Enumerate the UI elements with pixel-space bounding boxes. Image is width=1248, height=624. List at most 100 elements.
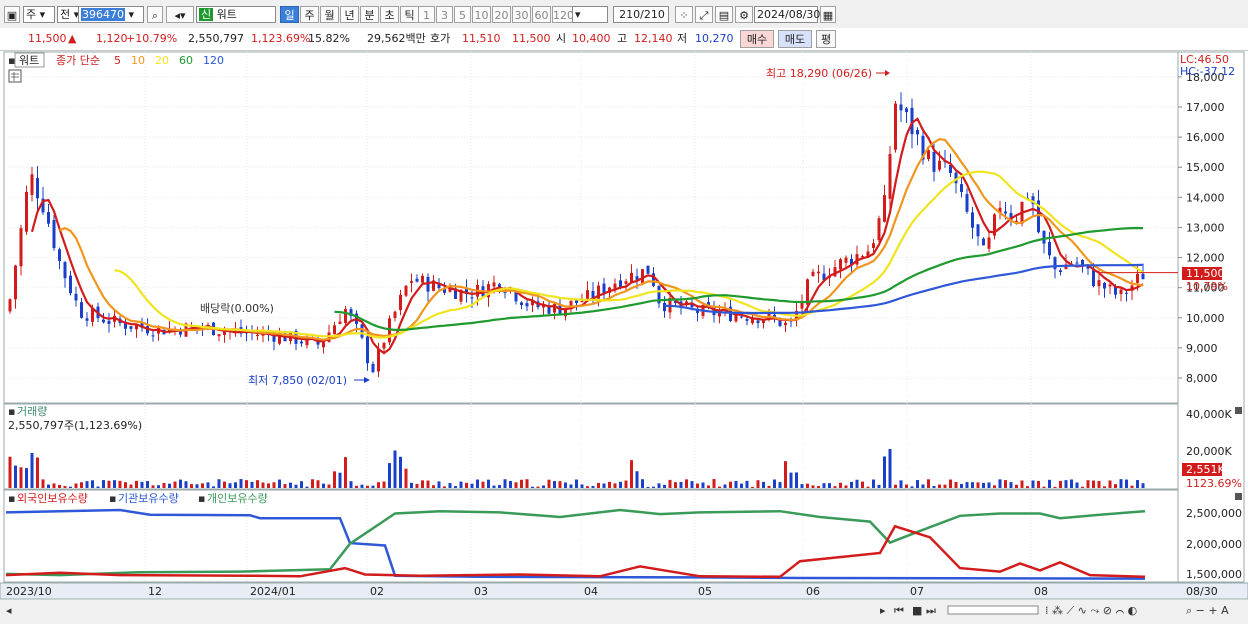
volume-bar xyxy=(839,482,842,488)
high-label: 고 xyxy=(617,32,628,45)
volume-bar xyxy=(289,482,292,488)
candle-body xyxy=(1136,273,1139,283)
candle-body xyxy=(47,212,50,224)
volume-bar xyxy=(404,468,408,488)
bid-price: 11,500 xyxy=(512,32,551,45)
volume-bar xyxy=(690,481,694,488)
volume-bar xyxy=(250,481,254,488)
period-button[interactable]: 년 xyxy=(340,6,359,23)
interval-button[interactable]: 120 xyxy=(552,6,574,23)
interval-button[interactable]: 60 xyxy=(532,6,551,23)
chart-area[interactable]: 8,000 9,000 10,000 11,000 12,000 13,000 14,000… xyxy=(0,51,1248,621)
volume-bar xyxy=(652,486,655,488)
stock-chart-svg[interactable]: 8,0009,00010,00011,00012,00013,00014,000… xyxy=(0,51,1248,621)
period-button[interactable]: 틱 xyxy=(400,6,419,23)
stock-code-input[interactable]: 396470 ▾ xyxy=(78,6,144,23)
x-tick-label: 06 xyxy=(806,585,820,598)
volume-bar xyxy=(778,482,782,488)
period-button[interactable]: 주 xyxy=(300,6,319,23)
candle-body xyxy=(960,184,963,193)
period-button[interactable]: 일 xyxy=(280,6,299,23)
rewind-icon[interactable]: ⏮ xyxy=(894,604,904,617)
interval-button[interactable]: 30 xyxy=(512,6,531,23)
scroll-left-icon[interactable]: ◂ xyxy=(6,604,12,617)
volume-bar xyxy=(1059,480,1062,488)
y-tick-label: 17,000 xyxy=(1186,101,1225,114)
volume-bar xyxy=(696,483,699,488)
grid-icon[interactable]: ⁘ xyxy=(675,6,693,23)
volume-bar xyxy=(470,483,474,488)
volume-bar xyxy=(30,452,34,488)
zoom-controls-icon[interactable]: ⌕ − + A xyxy=(1186,604,1229,617)
table-icon[interactable] xyxy=(8,69,22,83)
stop-icon[interactable]: ■ xyxy=(912,604,922,617)
x-tick-label: 08/30 xyxy=(1186,585,1218,598)
candle-body xyxy=(107,320,111,324)
candle-body xyxy=(1141,273,1145,280)
up-arrow-icon: ▲ xyxy=(68,32,77,45)
candle-body xyxy=(360,324,364,338)
volume-bar xyxy=(212,486,215,488)
volume-bar xyxy=(173,481,177,488)
holdings-series-label: 기관보유수량 xyxy=(118,492,179,505)
market-select[interactable]: 주 ▾ xyxy=(23,6,55,23)
interval-button[interactable]: 10 xyxy=(472,6,491,23)
volume-bar xyxy=(641,479,644,488)
period-button[interactable]: 분 xyxy=(360,6,379,23)
volume-close-icon[interactable] xyxy=(1235,407,1242,414)
search-icon[interactable]: ⌕ xyxy=(147,6,163,23)
candle-body xyxy=(36,178,39,199)
holdings-close-icon[interactable] xyxy=(1235,493,1242,500)
scroll-right-icon[interactable]: ▸ xyxy=(880,604,886,617)
volume-bar xyxy=(613,483,617,488)
volume-bar xyxy=(162,482,166,488)
volume-bar xyxy=(916,480,919,488)
forward-icon[interactable]: ⏭ xyxy=(926,604,936,617)
volume-bar xyxy=(41,479,45,488)
volume-bar xyxy=(415,483,419,488)
buy-button[interactable]: 매수 xyxy=(740,30,774,48)
holdings-axis-mid: 2,000,000 xyxy=(1186,538,1242,551)
volume-bar xyxy=(74,483,78,488)
volume-bar xyxy=(85,481,89,488)
interval-button[interactable]: 5 xyxy=(454,6,471,23)
save-icon[interactable]: ▤ xyxy=(715,6,733,23)
volume-bar xyxy=(432,485,435,488)
legend-ma-label: 5 xyxy=(114,54,121,67)
candle-body xyxy=(69,275,72,294)
period-button[interactable]: 초 xyxy=(380,6,399,23)
date-value: 2024/08/30 xyxy=(757,8,821,21)
calendar-icon[interactable]: ▦ xyxy=(820,6,836,23)
count-field[interactable]: 210/210 xyxy=(613,6,669,23)
candle-body xyxy=(646,265,650,274)
candle-body xyxy=(322,342,325,348)
interval-button[interactable]: 1 xyxy=(418,6,435,23)
holdings-series-label: 외국인보유수량 xyxy=(17,492,88,505)
zoom-slider[interactable] xyxy=(947,605,1039,615)
stock-name-field[interactable]: 신 워트 xyxy=(196,6,276,23)
volume-bar xyxy=(8,456,12,488)
pct-tag: 10.79% xyxy=(1186,280,1228,293)
interval-button[interactable]: 20 xyxy=(492,6,511,23)
ask-price: 11,510 xyxy=(462,32,501,45)
candle-body xyxy=(1108,284,1112,287)
sell-button[interactable]: 매도 xyxy=(778,30,812,48)
eval-button[interactable]: 평 xyxy=(816,30,836,48)
volume-bar xyxy=(1042,486,1046,488)
volume-bar xyxy=(597,482,600,488)
volume-bar xyxy=(393,450,397,488)
volume-bar xyxy=(811,485,815,488)
date-field[interactable]: 2024/08/30 xyxy=(754,6,821,23)
volume-bar xyxy=(971,482,974,488)
volume-bar xyxy=(949,479,952,488)
interval-input[interactable]: ▾ xyxy=(572,6,608,23)
interval-button[interactable]: 3 xyxy=(436,6,453,23)
gear-icon[interactable]: ⚙ xyxy=(735,6,753,23)
holdings-panel xyxy=(3,489,1179,583)
window-icon[interactable]: ▣ xyxy=(4,6,20,23)
period-button[interactable]: 월 xyxy=(320,6,339,23)
speaker-icon[interactable]: ◂▾ xyxy=(166,6,194,23)
draw-tools-icon[interactable]: ⁞ ⁂ ⟋ ∿ ⤳ ⊘ ⌒ ◐ xyxy=(1045,604,1137,617)
volume-bar xyxy=(140,481,144,488)
zoom-icon[interactable]: ⤢ xyxy=(695,6,713,23)
